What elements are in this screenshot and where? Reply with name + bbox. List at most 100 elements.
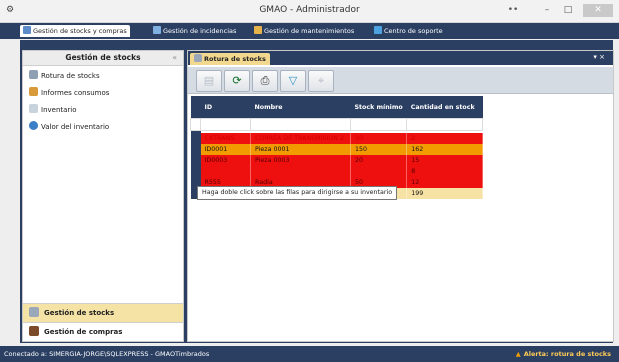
tab-label: Centro de soporte	[384, 27, 443, 35]
purchases-icon	[29, 326, 39, 336]
filter-cell[interactable]	[349, 118, 408, 131]
column-header-nombre[interactable]: Nombre	[250, 96, 351, 119]
cell-cantidad: 15	[406, 155, 484, 166]
cell-cantidad: 12	[406, 177, 484, 188]
sidebar-item-rotura[interactable]: Rotura de stocks	[23, 69, 183, 83]
cell-nombre: Pieza 0003	[250, 155, 351, 166]
document-icon	[29, 104, 38, 113]
table-row[interactable]: ID0001 Pieza 0001 150 162	[190, 144, 484, 155]
delete-icon: ⌖	[317, 74, 325, 87]
sidebar-sections: Gestión de stocks Gestión de compras	[23, 303, 183, 341]
refresh-icon: ⟳	[232, 74, 242, 87]
delete-button[interactable]: ⌖	[308, 70, 334, 92]
cell-cantidad-total: 199	[406, 188, 484, 199]
stock-alert-label: Alerta: rotura de stocks	[523, 350, 611, 358]
sidebar-item-label: Inventario	[41, 106, 77, 114]
stock-grid: ID Nombre Stock mínimo Cantidad en stock	[190, 96, 484, 199]
row-header	[190, 133, 201, 144]
sidebar-header: Gestión de stocks «	[23, 51, 183, 66]
row-header-corner	[190, 96, 201, 119]
refresh-button[interactable]: ⟳	[224, 70, 250, 92]
module-tabs-bar: Gestión de stocks y compras Gestión de i…	[0, 23, 619, 39]
filter-icon: ▽	[288, 74, 298, 87]
section-gestion-stocks[interactable]: Gestión de stocks	[23, 303, 183, 322]
window-title: GMAO - Administrador	[259, 5, 360, 15]
cell-id: ID0001	[200, 144, 251, 155]
grid-tooltip: Haga doble click sobre las filas para di…	[197, 186, 398, 200]
column-header-cantidad[interactable]: Cantidad en stock	[406, 96, 483, 119]
sidebar-item-informes[interactable]: Informes consumos	[23, 86, 183, 100]
column-header-stock-minimo[interactable]: Stock mínimo	[350, 96, 407, 119]
filter-button[interactable]: ▽	[280, 70, 306, 92]
sidebar-item-label: Rotura de stocks	[41, 72, 100, 80]
sidebar: Gestión de stocks « Rotura de stocks Inf…	[22, 50, 184, 342]
maintenance-icon	[254, 26, 262, 34]
warning-icon: ▲	[515, 350, 521, 358]
money-icon	[29, 121, 38, 130]
cell-id: ID0003	[200, 155, 251, 166]
sidebar-item-inventario[interactable]: Inventario	[23, 103, 183, 117]
print-button[interactable]: ⎙	[252, 70, 278, 92]
cell-stock-minimo	[350, 166, 408, 177]
section-label: Gestión de compras	[44, 328, 123, 336]
support-icon	[374, 26, 382, 34]
cell-cantidad: 2	[406, 133, 484, 144]
cell-nombre: CORREA DE TRANSMISION 2	[250, 133, 351, 144]
table-row[interactable]: ID0003 Pieza 0003 20 15	[190, 155, 484, 166]
filter-row[interactable]	[190, 118, 484, 131]
tab-label: Rotura de stocks	[204, 55, 266, 63]
maximize-button[interactable]: □	[559, 4, 577, 17]
new-button[interactable]: ▤	[196, 70, 222, 92]
connection-status: Conectado a: SIMERGIA-JORGE\SQLEXPRESS -…	[4, 350, 210, 358]
tab-incidencias[interactable]: Gestión de incidencias	[153, 25, 236, 37]
cell-cantidad: 162	[406, 144, 484, 155]
table-row[interactable]: 8	[190, 166, 484, 177]
cell-cantidad: 8	[406, 166, 484, 177]
cell-id: CXTRANS	[200, 133, 251, 144]
tab-label: Gestión de mantenimientos	[264, 27, 355, 35]
sidebar-item-valor[interactable]: Valor del inventario	[23, 120, 183, 134]
gears-icon	[194, 54, 202, 62]
stock-alert[interactable]: ▲ Alerta: rotura de stocks	[516, 346, 611, 362]
row-header	[190, 155, 201, 166]
document-tab-bar: Rotura de stocks ▾ ×	[188, 51, 613, 65]
cell-nombre: Pieza 0001	[250, 144, 351, 155]
tab-label: Gestión de incidencias	[163, 27, 237, 35]
print-icon: ⎙	[260, 74, 270, 87]
tab-controls-icon[interactable]: ▾ ×	[593, 53, 605, 61]
gears-icon	[29, 70, 38, 79]
cell-id	[200, 166, 251, 177]
cell-nombre	[250, 166, 351, 177]
chart-icon	[29, 87, 38, 96]
row-header	[190, 118, 201, 131]
filter-cell[interactable]	[406, 118, 484, 131]
cell-stock-minimo: 150	[350, 144, 408, 155]
tab-mantenimientos[interactable]: Gestión de mantenimientos	[254, 25, 354, 37]
column-header-id[interactable]: ID	[200, 96, 251, 119]
filter-cell[interactable]	[200, 118, 251, 131]
tab-label: Gestión de stocks y compras	[33, 27, 127, 35]
section-label: Gestión de stocks	[44, 309, 115, 317]
row-header	[190, 166, 201, 177]
tab-rotura-stocks[interactable]: Rotura de stocks	[190, 53, 270, 65]
section-gestion-compras[interactable]: Gestión de compras	[23, 322, 183, 341]
cell-stock-minimo: 10	[350, 133, 408, 144]
close-button[interactable]: ✕	[583, 4, 613, 17]
incidents-icon	[153, 26, 161, 34]
row-header	[190, 144, 201, 155]
toolbar: ▤ ⟳ ⎙ ▽ ⌖	[188, 67, 613, 94]
tab-stocks-compras[interactable]: Gestión de stocks y compras	[20, 25, 130, 37]
sidebar-item-label: Informes consumos	[41, 89, 110, 97]
title-bar: ⚙ GMAO - Administrador •• – □ ✕	[0, 0, 619, 23]
extra-controls-icon[interactable]: ••	[504, 4, 522, 17]
stock-icon	[29, 307, 39, 317]
filter-cell[interactable]	[250, 118, 351, 131]
collapse-icon[interactable]: «	[172, 51, 177, 65]
tab-soporte[interactable]: Centro de soporte	[374, 25, 443, 37]
table-row[interactable]: CXTRANS CORREA DE TRANSMISION 2 10 2	[190, 133, 484, 144]
sidebar-title: Gestión de stocks	[65, 53, 141, 62]
status-bar: Conectado a: SIMERGIA-JORGE\SQLEXPRESS -…	[0, 346, 619, 362]
minimize-button[interactable]: –	[538, 4, 556, 17]
sidebar-item-label: Valor del inventario	[41, 123, 110, 131]
stock-icon	[23, 26, 31, 34]
